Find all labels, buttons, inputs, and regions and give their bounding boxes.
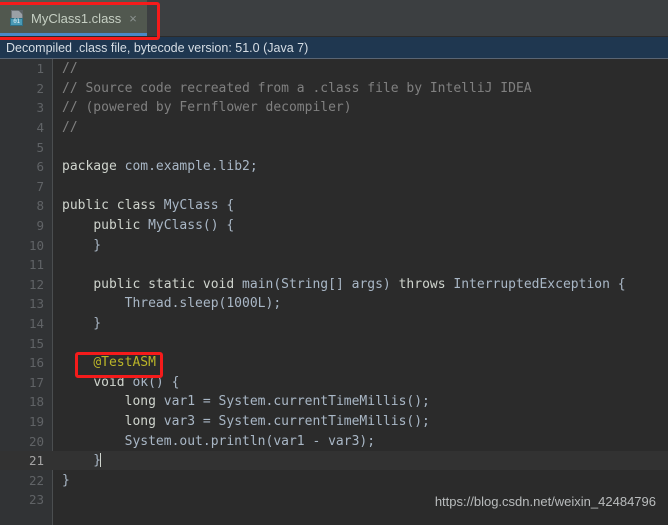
code-line-text: public static void main(String[] args) t… — [93, 276, 626, 292]
code-line: 14 } — [0, 314, 668, 334]
line-number: 1 — [36, 61, 44, 77]
decompiled-notification-text: Decompiled .class file, bytecode version… — [6, 40, 309, 55]
close-icon[interactable]: × — [127, 12, 139, 25]
code-line: 21 } — [0, 450, 668, 471]
line-number: 15 — [28, 335, 44, 351]
code-line: 5 — [0, 137, 668, 157]
line-number: 12 — [28, 276, 44, 292]
code-line-text: } — [62, 453, 102, 469]
code-line: 22} — [0, 470, 668, 490]
code-editor[interactable]: 1 // 2 // Source code recreated from a .cla… — [0, 59, 668, 525]
code-line-text: // — [62, 61, 78, 77]
code-area[interactable]: 1 // 2 // Source code recreated from a .cla… — [0, 59, 668, 510]
code-line-text: } — [62, 237, 102, 253]
code-line-text: // Source code recreated from a .class f… — [62, 80, 532, 96]
line-number: 18 — [28, 394, 44, 410]
decompiled-notification-banner: Decompiled .class file, bytecode version… — [0, 37, 668, 59]
editor-tab-label: MyClass1.class — [31, 10, 122, 26]
line-number: 21 — [28, 453, 44, 469]
code-line: 16 @TestASM — [0, 353, 668, 373]
code-line: 18 long var1 = System.currentTimeMillis(… — [0, 392, 668, 412]
line-number: 2 — [36, 80, 44, 96]
code-line: 2 // Source code recreated from a .class … — [0, 79, 668, 99]
code-line-text: public MyClass() { — [93, 218, 235, 234]
code-line-text: @TestASM — [93, 355, 156, 371]
class-file-icon: 01 — [10, 10, 25, 26]
editor-tab-myclass1[interactable]: 01 MyClass1.class × — [0, 0, 147, 36]
watermark-text: https://blog.csdn.net/weixin_42484796 — [434, 494, 656, 509]
code-line: 13 Thread.sleep(1000L); — [0, 294, 668, 314]
line-number: 19 — [28, 413, 44, 429]
code-line-text: // (powered by Fernflower decompiler) — [62, 100, 352, 116]
code-line: 8 public class MyClass { — [0, 196, 668, 216]
line-number: 8 — [36, 198, 44, 214]
code-line: 19 long var3 = System.currentTimeMillis(… — [0, 412, 668, 432]
line-number: 10 — [28, 237, 44, 253]
code-line-text: void ok() { — [93, 374, 180, 390]
code-line-text: package com.example.lib2; — [62, 159, 258, 175]
code-line: 12 public static void main(String[] args… — [0, 275, 668, 295]
code-line: 9 public MyClass() { — [0, 216, 668, 236]
line-number: 5 — [36, 139, 44, 155]
code-line: 10 } — [0, 235, 668, 255]
code-line-text: public class MyClass { — [62, 198, 235, 214]
code-line: 17 void ok() { — [0, 373, 668, 393]
line-number: 6 — [36, 159, 44, 175]
line-number: 14 — [28, 316, 44, 332]
code-line-text: Thread.sleep(1000L); — [62, 296, 282, 312]
code-line: 1 // — [0, 59, 668, 79]
line-number: 23 — [28, 492, 44, 508]
line-number: 20 — [28, 433, 44, 449]
line-number: 13 — [28, 296, 44, 312]
editor-tab-bar: 01 MyClass1.class × — [0, 0, 668, 37]
code-line: 11 — [0, 255, 668, 275]
code-line: 4 // — [0, 118, 668, 138]
code-line-text: } — [62, 472, 70, 488]
line-number: 22 — [28, 472, 44, 488]
code-line: 3 // (powered by Fernflower decompiler) — [0, 98, 668, 118]
code-line-text: long var3 = System.currentTimeMillis(); — [124, 413, 430, 429]
line-number: 11 — [28, 257, 44, 273]
code-line: 7 — [0, 177, 668, 197]
line-number: 17 — [28, 374, 44, 390]
code-line-text: } — [62, 316, 102, 332]
line-number: 3 — [36, 100, 44, 116]
class-file-icon-badge: 01 — [10, 18, 23, 26]
line-number: 4 — [36, 120, 44, 136]
code-line-text: System.out.println(var1 - var3); — [62, 433, 376, 449]
code-line-text: // — [62, 120, 78, 136]
code-line: 15 — [0, 333, 668, 353]
code-line: 20 System.out.println(var1 - var3); — [0, 431, 668, 451]
code-line-text: long var1 = System.currentTimeMillis(); — [124, 394, 430, 410]
line-number: 16 — [28, 355, 44, 371]
line-number: 7 — [36, 178, 44, 194]
code-line: 6 package com.example.lib2; — [0, 157, 668, 177]
line-number: 9 — [36, 218, 44, 234]
